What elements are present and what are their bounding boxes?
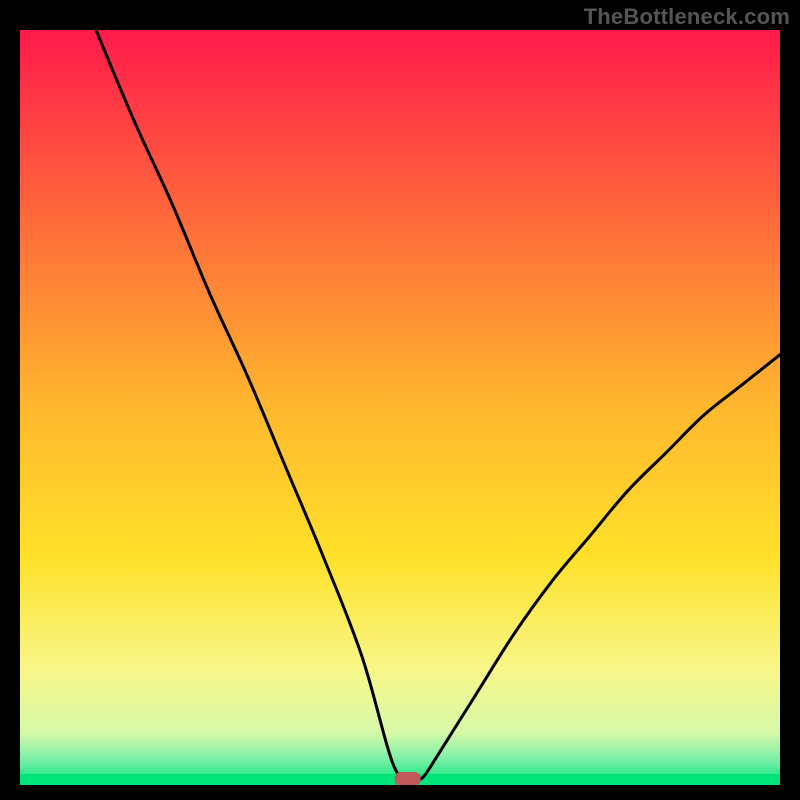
chart-svg xyxy=(20,30,780,785)
optimum-marker xyxy=(395,772,421,785)
gradient-rect xyxy=(20,30,780,785)
watermark-text: TheBottleneck.com xyxy=(584,4,790,30)
chart-frame: TheBottleneck.com xyxy=(0,0,800,800)
plot-area xyxy=(20,30,780,785)
